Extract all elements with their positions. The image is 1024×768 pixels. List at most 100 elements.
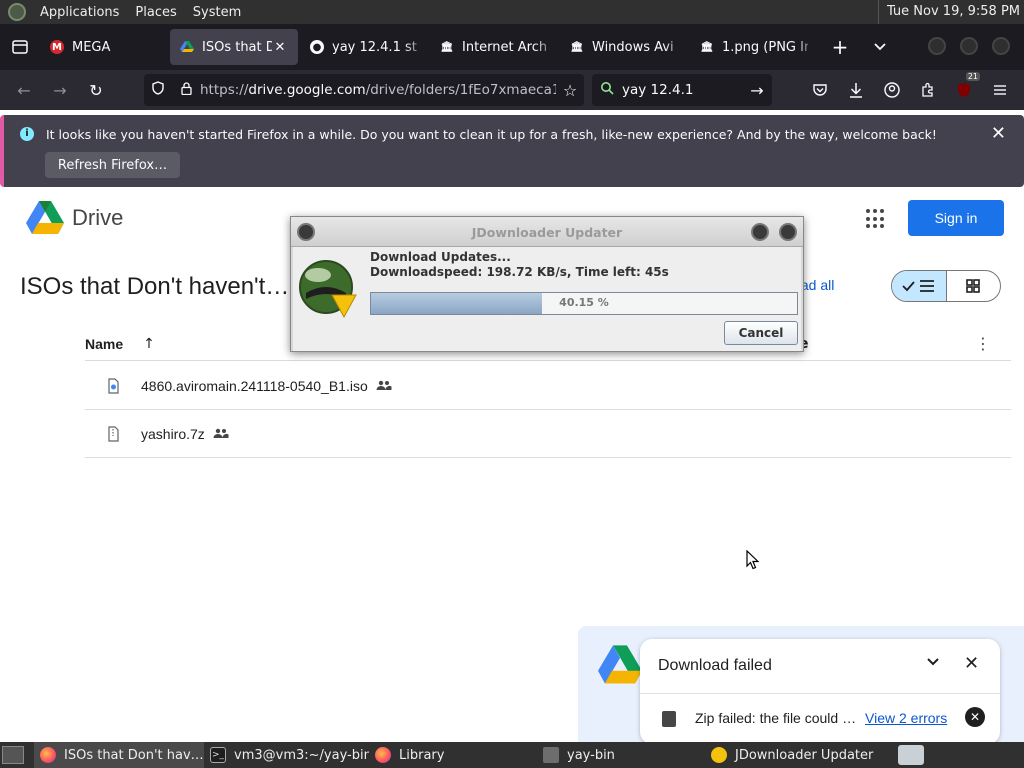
terminal-icon: >_	[210, 747, 226, 763]
pocket-button[interactable]	[802, 74, 838, 106]
folder-title[interactable]: ISOs that Don't haven't…	[20, 273, 289, 301]
tab-label: ISOs that D	[202, 39, 272, 55]
notification-message: It looks like you haven't started Firefo…	[46, 127, 937, 142]
taskbar-item-terminal[interactable]: >_ vm3@vm3:~/yay-bin	[204, 742, 369, 768]
speed-text: Downloadspeed: 198.72 KB/s, Time left: 4…	[370, 265, 669, 279]
github-icon: ●	[310, 40, 324, 54]
shield-icon[interactable]	[144, 81, 172, 99]
file-row[interactable]: yashiro.7z	[85, 410, 1011, 458]
list-view-button[interactable]	[892, 271, 947, 301]
lock-icon[interactable]	[172, 81, 200, 99]
google-apps-icon[interactable]	[866, 209, 886, 229]
sign-in-button[interactable]: Sign in	[908, 200, 1004, 236]
document-icon	[662, 711, 676, 727]
dialog-close-button[interactable]	[779, 223, 797, 241]
jdownloader-updater-dialog: JDownloader Updater Download Updates... …	[290, 216, 804, 352]
iso-file-icon	[85, 377, 141, 394]
dialog-title: JDownloader Updater	[471, 225, 623, 240]
ublock-button[interactable]: 21	[946, 72, 982, 106]
pocket-icon	[813, 84, 827, 96]
account-icon	[884, 82, 900, 98]
taskbar-item-library[interactable]: Library	[369, 742, 537, 768]
top-panel: Applications Places System Tue Nov 19, 9…	[0, 0, 1024, 24]
tab-png[interactable]: 🏛 1.png (PNG In	[690, 29, 818, 65]
info-icon: i	[20, 127, 34, 141]
taskbar-item-label: Library	[399, 747, 445, 763]
arrow-left-icon: ←	[17, 80, 31, 100]
tab-windows-avi[interactable]: 🏛 Windows Avi	[560, 29, 688, 65]
extensions-button[interactable]	[910, 74, 946, 106]
show-desktop-button[interactable]	[2, 746, 24, 764]
taskbar-item-drive[interactable]: ISOs that Don't hav…	[34, 742, 204, 768]
tab-strip: M MEGA ISOs that D ✕ ● yay 12.4.1 stil 🏛…	[0, 24, 1024, 70]
arrow-right-icon: →	[53, 80, 67, 100]
navigation-toolbar: ← → ↻ https://drive.google.com/drive/fol…	[0, 70, 1024, 110]
more-options-icon[interactable]: ⋮	[975, 334, 991, 353]
file-name: 4860.aviromain.241118-0540_B1.iso	[141, 377, 368, 394]
drive-product-name[interactable]: Drive	[72, 205, 123, 231]
new-tab-button[interactable]: +	[820, 29, 860, 65]
collapse-chevron-icon[interactable]	[926, 655, 940, 671]
dialog-minimize-button[interactable]	[751, 223, 769, 241]
search-input[interactable]: yay 12.4.1	[622, 82, 742, 98]
url-text[interactable]: https://drive.google.com/drive/folders/1…	[200, 82, 556, 98]
panel-clock[interactable]: Tue Nov 19, 9:58 PM	[877, 0, 1020, 24]
archive-icon: 🏛	[440, 41, 454, 53]
back-button[interactable]: ←	[6, 74, 42, 106]
grid-view-button[interactable]	[947, 271, 1001, 301]
tab-drive[interactable]: ISOs that D ✕	[170, 29, 298, 65]
minimize-button[interactable]	[928, 37, 946, 55]
tab-internet-archive[interactable]: 🏛 Internet Archi	[430, 29, 558, 65]
refresh-firefox-button[interactable]: Refresh Firefox…	[45, 152, 180, 178]
view-errors-link[interactable]: View 2 errors	[865, 710, 947, 726]
places-menu[interactable]: Places	[127, 5, 184, 20]
distro-logo-icon[interactable]	[8, 3, 26, 21]
taskbar-item-jdownloader[interactable]: JDownloader Updater	[705, 742, 885, 768]
list-all-tabs-button[interactable]	[860, 29, 900, 65]
toast-title: Download failed	[658, 657, 772, 674]
file-name: yashiro.7z	[141, 425, 205, 442]
search-engine-icon[interactable]	[592, 81, 622, 99]
close-window-button[interactable]	[992, 37, 1010, 55]
error-close-icon[interactable]: ✕	[965, 707, 985, 727]
downloads-button[interactable]	[838, 74, 874, 106]
tab-github[interactable]: ● yay 12.4.1 stil	[300, 29, 428, 65]
cancel-button[interactable]: Cancel	[724, 321, 798, 345]
mega-icon: M	[50, 40, 64, 54]
firefox-icon	[40, 747, 56, 763]
firefox-icon	[375, 747, 391, 763]
name-column-header[interactable]: Name	[85, 336, 123, 352]
account-button[interactable]	[874, 74, 910, 106]
system-menu[interactable]: System	[185, 5, 249, 20]
firefox-view-button[interactable]	[0, 24, 40, 70]
taskbar-item-folder[interactable]: yay-bin	[537, 742, 705, 768]
applications-menu[interactable]: Applications	[32, 5, 127, 20]
maximize-button[interactable]	[960, 37, 978, 55]
close-tab-icon[interactable]: ✕	[272, 40, 288, 55]
url-bar[interactable]: https://drive.google.com/drive/folders/1…	[144, 74, 584, 106]
close-notification-icon[interactable]: ✕	[991, 123, 1006, 144]
bookmark-star-icon[interactable]: ☆	[556, 81, 584, 100]
file-row[interactable]: 4860.aviromain.241118-0540_B1.iso	[85, 362, 1011, 410]
tab-mega[interactable]: M MEGA	[40, 29, 168, 65]
search-go-icon[interactable]: →	[742, 81, 772, 100]
search-bar[interactable]: yay 12.4.1 →	[592, 74, 772, 106]
forward-button[interactable]: →	[42, 74, 78, 106]
google-drive-logo-icon[interactable]	[26, 201, 64, 235]
reload-icon: ↻	[89, 80, 103, 100]
reload-button[interactable]: ↻	[78, 74, 114, 106]
taskbar-item-label: yay-bin	[567, 747, 615, 763]
chevron-down-icon	[874, 43, 886, 51]
mouse-pointer-icon	[746, 550, 760, 570]
puzzle-icon	[922, 82, 933, 97]
close-toast-icon[interactable]: ✕	[964, 653, 979, 674]
jdownloader-logo-icon	[299, 260, 357, 319]
trash-icon[interactable]	[898, 745, 924, 765]
ublock-icon	[958, 83, 970, 97]
toast-divider	[640, 693, 1000, 694]
dialog-titlebar[interactable]: JDownloader Updater	[291, 217, 803, 247]
grid-icon	[966, 279, 981, 293]
archive-icon: 🏛	[570, 41, 584, 53]
app-menu-button[interactable]	[982, 74, 1018, 106]
sort-arrow-up-icon[interactable]: ↑	[143, 336, 155, 352]
